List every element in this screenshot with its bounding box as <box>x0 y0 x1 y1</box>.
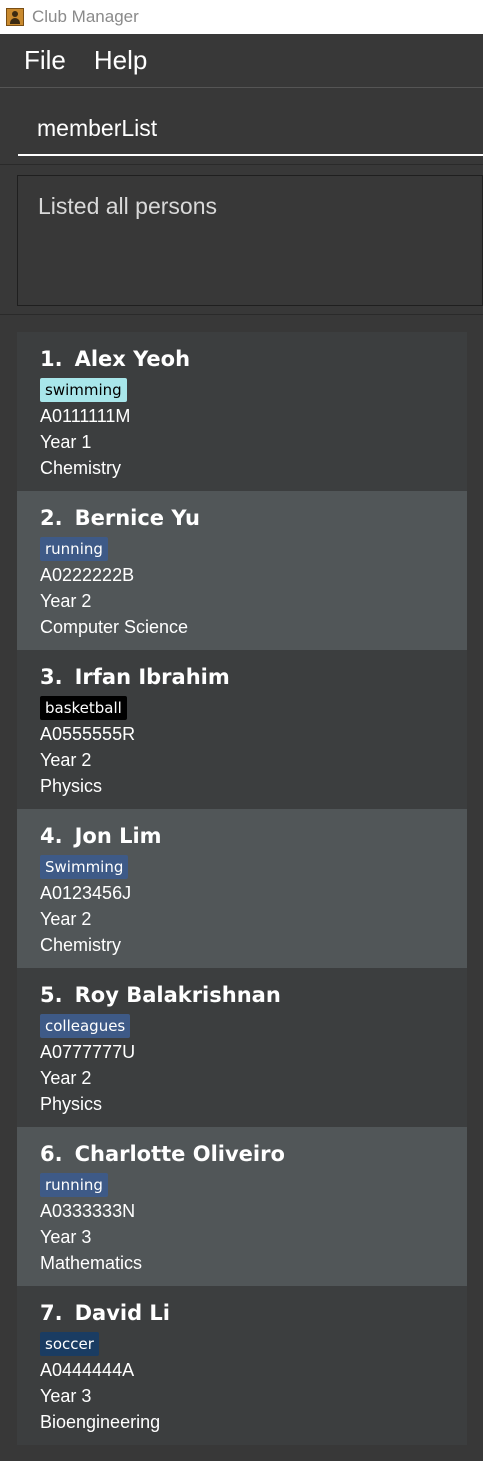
person-index: 6. <box>40 1142 63 1166</box>
person-index: 2. <box>40 506 63 530</box>
menu-bar: File Help <box>0 34 483 87</box>
person-year: Year 2 <box>40 591 92 611</box>
person-year: Year 2 <box>40 750 92 770</box>
command-input[interactable] <box>18 102 483 156</box>
person-name-line: 5. Roy Balakrishnan <box>40 980 467 1010</box>
person-index: 7. <box>40 1301 63 1325</box>
result-pane: Listed all persons <box>0 164 483 314</box>
person-name: Charlotte Oliveiro <box>74 1142 285 1166</box>
person-tag: colleagues <box>40 1014 131 1038</box>
person-name-line: 3. Irfan Ibrahim <box>40 662 467 692</box>
person-app-icon <box>6 8 24 26</box>
person-card[interactable]: 7. David Li soccer A0444444A Year 3 Bioen… <box>17 1286 467 1445</box>
person-student-id: A0111111M <box>40 406 131 426</box>
person-major: Physics <box>40 1094 103 1114</box>
person-tag: basketball <box>40 696 127 720</box>
person-major: Computer Science <box>40 617 189 637</box>
person-student-id: A0222222B <box>40 565 135 585</box>
person-year: Year 3 <box>40 1386 92 1406</box>
menu-file[interactable]: File <box>24 45 66 76</box>
result-display: Listed all persons <box>17 175 483 306</box>
person-student-id: A0777777U <box>40 1042 136 1062</box>
person-year: Year 1 <box>40 432 92 452</box>
person-card[interactable]: 2. Bernice Yu running A0222222B Year 2 Co… <box>17 491 467 650</box>
person-name-line: 1. Alex Yeoh <box>40 344 467 374</box>
window-title: Club Manager <box>32 7 139 26</box>
person-year: Year 2 <box>40 909 92 929</box>
person-index: 5. <box>40 983 63 1007</box>
person-year: Year 3 <box>40 1227 92 1247</box>
command-box <box>0 87 483 164</box>
title-bar: Club Manager <box>0 0 483 34</box>
person-name-line: 7. David Li <box>40 1298 467 1328</box>
person-name: Bernice Yu <box>74 506 200 530</box>
person-name: Jon Lim <box>74 824 162 848</box>
person-list-panel: 1. Alex Yeoh swimming A0111111M Year 1 Ch… <box>0 314 483 1461</box>
person-tag: running <box>40 1173 108 1197</box>
person-name-line: 4. Jon Lim <box>40 821 467 851</box>
person-major: Chemistry <box>40 935 122 955</box>
person-tag: running <box>40 537 108 561</box>
person-index: 1. <box>40 347 63 371</box>
person-name: David Li <box>74 1301 171 1325</box>
person-major: Physics <box>40 776 103 796</box>
person-card[interactable]: 6. Charlotte Oliveiro running A0333333N Y… <box>17 1127 467 1286</box>
person-card[interactable]: 3. Irfan Ibrahim basketball A0555555R Yea… <box>17 650 467 809</box>
person-card[interactable]: 5. Roy Balakrishnan colleagues A0777777U … <box>17 968 467 1127</box>
menu-help[interactable]: Help <box>94 45 147 76</box>
person-tag: swimming <box>40 378 127 402</box>
person-major: Bioengineering <box>40 1412 161 1432</box>
person-list[interactable]: 1. Alex Yeoh swimming A0111111M Year 1 Ch… <box>17 332 467 1445</box>
person-card[interactable]: 4. Jon Lim Swimming A0123456J Year 2 Chem… <box>17 809 467 968</box>
person-index: 3. <box>40 665 63 689</box>
person-card[interactable]: 1. Alex Yeoh swimming A0111111M Year 1 Ch… <box>17 332 467 491</box>
person-index: 4. <box>40 824 63 848</box>
person-tag: soccer <box>40 1332 99 1356</box>
person-year: Year 2 <box>40 1068 92 1088</box>
person-name: Alex Yeoh <box>74 347 191 371</box>
person-student-id: A0555555R <box>40 724 136 744</box>
person-student-id: A0444444A <box>40 1360 135 1380</box>
person-major: Chemistry <box>40 458 122 478</box>
person-student-id: A0123456J <box>40 883 132 903</box>
person-tag: Swimming <box>40 855 129 879</box>
person-name: Irfan Ibrahim <box>74 665 230 689</box>
person-name-line: 6. Charlotte Oliveiro <box>40 1139 467 1169</box>
person-student-id: A0333333N <box>40 1201 136 1221</box>
person-name: Roy Balakrishnan <box>74 983 281 1007</box>
person-major: Mathematics <box>40 1253 143 1273</box>
person-name-line: 2. Bernice Yu <box>40 503 467 533</box>
